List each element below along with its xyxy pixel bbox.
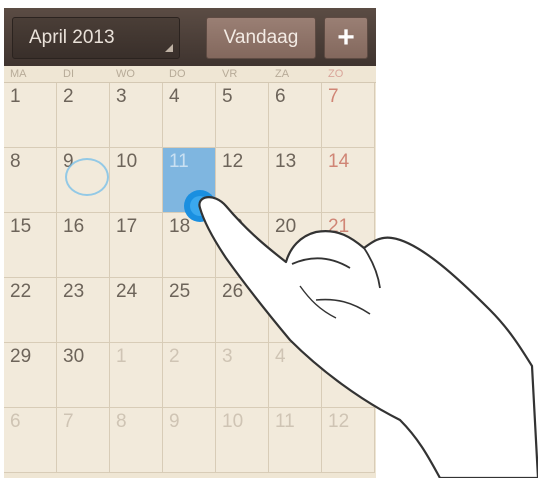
touch-hand-illustration — [184, 190, 538, 478]
